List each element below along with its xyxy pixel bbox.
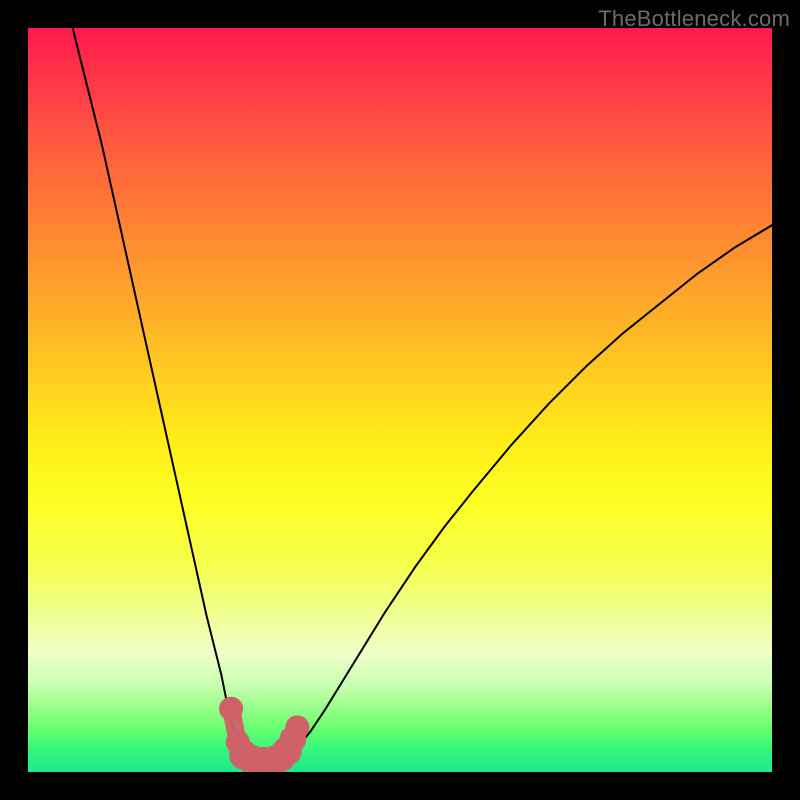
chart-frame: TheBottleneck.com xyxy=(0,0,800,800)
watermark-label: TheBottleneck.com xyxy=(598,6,790,32)
series-left-curve xyxy=(73,28,248,757)
curves-layer xyxy=(28,28,772,772)
plot-area xyxy=(28,28,772,772)
series-right-curve xyxy=(285,225,772,757)
marker-dot xyxy=(285,715,309,739)
marker-dot xyxy=(219,697,243,721)
